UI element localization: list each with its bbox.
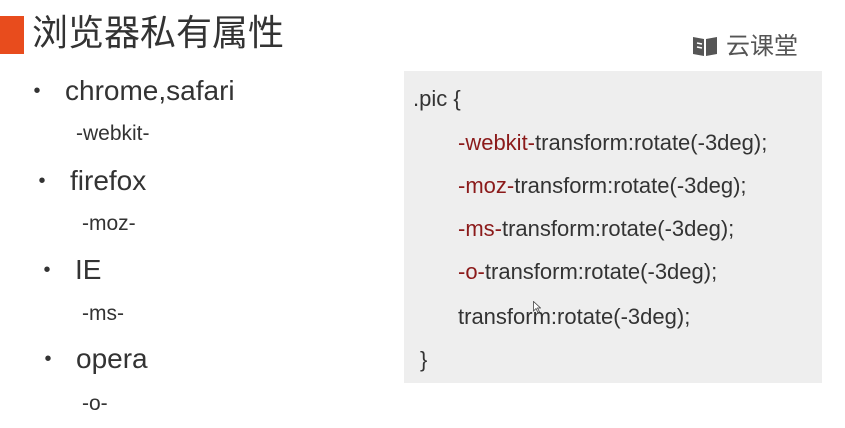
browser-name: firefox bbox=[70, 165, 147, 196]
list-item: • chrome,safari bbox=[33, 75, 235, 107]
list-item: • IE bbox=[43, 254, 101, 286]
logo: 云课堂 bbox=[692, 32, 798, 60]
prefix-label: -o- bbox=[82, 392, 108, 415]
code-rest: transform:rotate(-3deg); bbox=[484, 259, 718, 284]
logo-text: 云课堂 bbox=[726, 32, 798, 60]
list-item: • opera bbox=[44, 343, 148, 375]
prefix-label: -webkit- bbox=[76, 122, 150, 145]
code-open-line: .pic { bbox=[413, 86, 461, 111]
code-line: -ms-transform:rotate(-3deg); bbox=[458, 214, 734, 244]
code-line: -webkit-transform:rotate(-3deg); bbox=[458, 128, 767, 158]
bullet-icon: • bbox=[43, 259, 51, 281]
list-item: • firefox bbox=[38, 165, 146, 197]
code-prefix: -webkit- bbox=[458, 130, 536, 155]
book-icon bbox=[693, 37, 717, 56]
code-rest: transform:rotate(-3deg); bbox=[535, 130, 768, 155]
code-prefix: -o- bbox=[458, 259, 485, 284]
code-close-line: } bbox=[420, 347, 428, 372]
code-rest: transform:rotate(-3deg); bbox=[514, 173, 747, 198]
bullet-icon: • bbox=[38, 170, 46, 192]
code-prefix: -moz- bbox=[458, 173, 515, 198]
browser-name: opera bbox=[76, 343, 148, 374]
code-prefix: -ms- bbox=[458, 216, 502, 241]
code-line: -o-transform:rotate(-3deg); bbox=[458, 257, 717, 287]
code-line: -moz-transform:rotate(-3deg); bbox=[458, 171, 747, 201]
code-rest: transform:rotate(-3deg); bbox=[501, 216, 735, 241]
browser-name: chrome,safari bbox=[65, 75, 235, 106]
prefix-label: -ms- bbox=[82, 302, 124, 325]
code-rest: transform:rotate(-3deg); bbox=[458, 304, 691, 329]
bullet-icon: • bbox=[33, 80, 41, 102]
mouse-pointer-icon bbox=[533, 301, 541, 313]
browser-list: • chrome,safari -webkit- • firefox -moz-… bbox=[0, 0, 400, 428]
prefix-label: -moz- bbox=[82, 212, 136, 235]
code-line: transform:rotate(-3deg); bbox=[458, 302, 690, 332]
browser-name: IE bbox=[75, 254, 102, 285]
bullet-icon: • bbox=[44, 348, 52, 370]
